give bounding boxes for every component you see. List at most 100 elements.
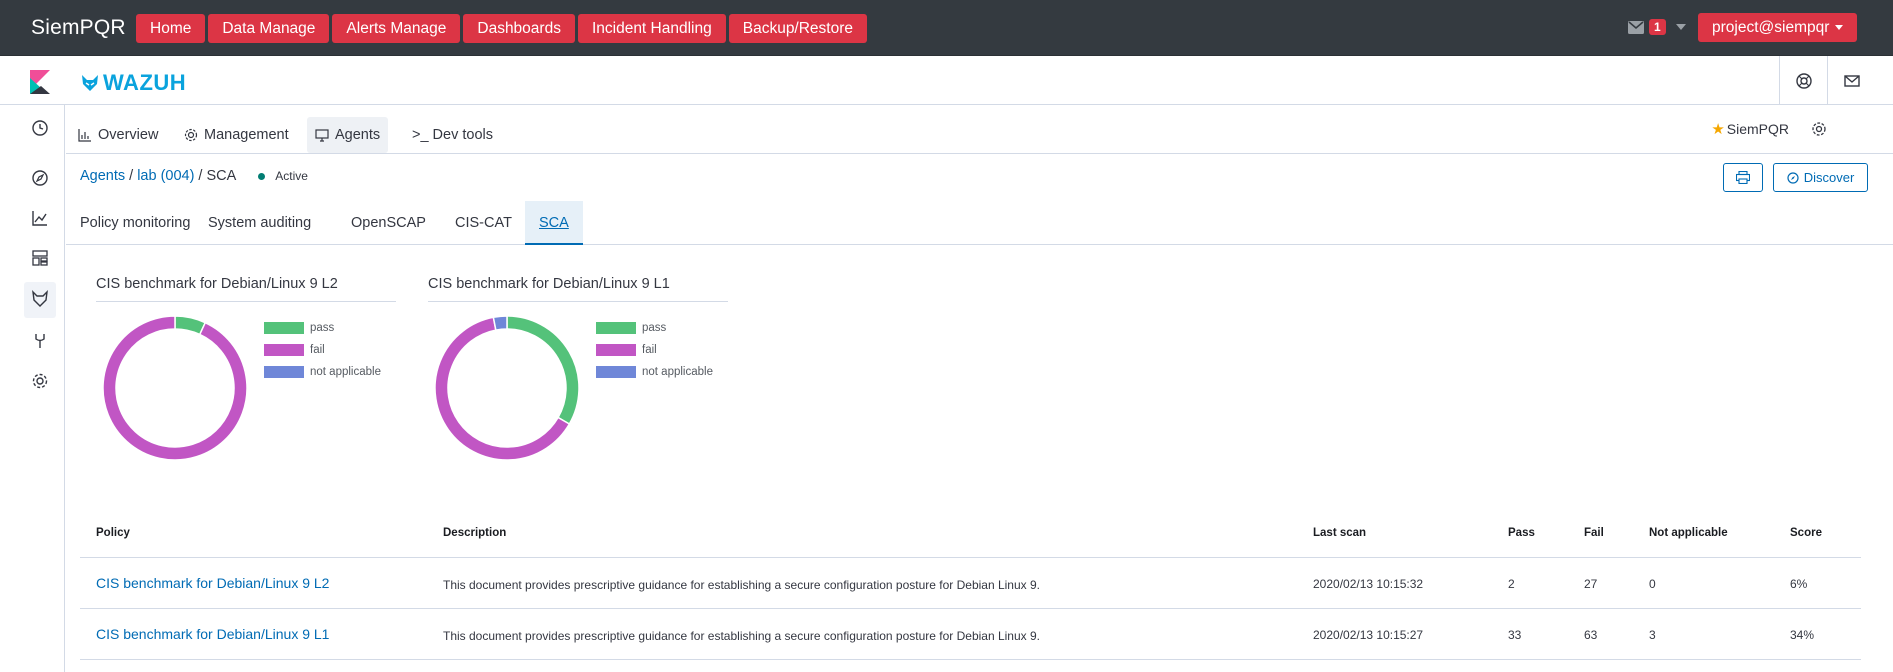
chart-title: CIS benchmark for Debian/Linux 9 L1	[428, 276, 670, 292]
legend-swatch	[264, 344, 304, 356]
breadcrumb-agents-link[interactable]: Agents	[80, 168, 125, 184]
user-name: project@siempqr	[1712, 19, 1830, 36]
messages-dropdown[interactable]: 1	[1628, 19, 1686, 35]
column-header-pass[interactable]: Pass	[1508, 527, 1535, 539]
menu-overview[interactable]: Overview	[70, 117, 166, 153]
visualize-icon[interactable]	[31, 209, 49, 227]
last-scan: 2020/02/13 10:15:27	[1313, 628, 1424, 642]
donut-chart	[102, 315, 248, 461]
header-divider	[1827, 56, 1828, 105]
print-button[interactable]	[1723, 163, 1763, 192]
breadcrumb-separator: /	[198, 168, 203, 184]
column-header-last-scan[interactable]: Last scan	[1313, 527, 1366, 539]
wazuh-logo[interactable]: WAZUH	[80, 70, 186, 96]
dev-tools-icon[interactable]	[31, 332, 49, 350]
legend-swatch	[596, 344, 636, 356]
donut-slice-pass[interactable]	[506, 315, 580, 426]
nav-incident-handling-button[interactable]: Incident Handling	[577, 14, 726, 43]
clock-icon[interactable]	[31, 119, 49, 137]
star-icon: ★	[1711, 121, 1725, 138]
status-dot	[258, 172, 266, 180]
nav-alerts-manage-button[interactable]: Alerts Manage	[332, 14, 461, 43]
policy-link[interactable]: CIS benchmark for Debian/Linux 9 L2	[96, 575, 329, 591]
discover-button[interactable]: Discover	[1773, 163, 1868, 192]
table-header-rule	[80, 557, 1861, 558]
legend-swatch	[596, 322, 636, 334]
compass-icon	[1787, 171, 1799, 184]
wazuh-menu: Overview Management Agents >_ Dev tools	[66, 106, 1893, 154]
module-tabs: Policy monitoring System auditing OpenSC…	[66, 201, 1893, 245]
wazuh-wolf-icon	[82, 75, 98, 91]
table-row-rule	[80, 659, 1861, 660]
nav-backup-restore-button[interactable]: Backup/Restore	[728, 14, 868, 43]
legend-label: not applicable	[310, 366, 381, 378]
menu-management-label: Management	[204, 127, 289, 143]
last-scan: 2020/02/13 10:15:32	[1313, 577, 1424, 591]
chart-title-rule	[428, 301, 728, 302]
breadcrumb-separator: /	[129, 168, 134, 184]
settings-gear-icon[interactable]	[1811, 121, 1827, 137]
pass-count: 2	[1508, 577, 1515, 591]
api-instance-selector[interactable]: ★ SiemPQR	[1711, 120, 1789, 138]
tab-openscap[interactable]: OpenSCAP	[337, 201, 440, 245]
menu-agents[interactable]: Agents	[307, 117, 389, 153]
gear-icon[interactable]	[31, 372, 49, 390]
breadcrumb-agent-link[interactable]: lab (004)	[137, 168, 194, 184]
help-icon[interactable]	[1795, 72, 1813, 90]
kibana-logo-icon[interactable]	[30, 70, 50, 94]
legend-label: pass	[642, 322, 667, 334]
policy-link[interactable]: CIS benchmark for Debian/Linux 9 L1	[96, 626, 329, 642]
tab-system-auditing[interactable]: System auditing	[194, 201, 325, 245]
chevron-down-icon	[1835, 25, 1844, 30]
api-instance-name: SiemPQR	[1726, 121, 1789, 137]
breadcrumb: Agents / lab (004) / SCA Active	[80, 168, 308, 184]
message-count-badge: 1	[1649, 19, 1666, 35]
legend-swatch	[596, 366, 636, 378]
envelope-icon	[1628, 20, 1644, 34]
menu-dev-tools[interactable]: >_ Dev tools	[404, 117, 501, 153]
kibana-header	[0, 56, 1893, 105]
score: 6%	[1790, 577, 1808, 591]
header-divider	[1779, 56, 1780, 105]
legend-item-fail[interactable]: fail	[264, 339, 381, 361]
column-header-score[interactable]: Score	[1790, 527, 1822, 539]
legend-item-not-applicable[interactable]: not applicable	[596, 361, 713, 383]
mail-icon[interactable]	[1843, 72, 1861, 90]
menu-management[interactable]: Management	[176, 117, 297, 153]
menu-agents-label: Agents	[335, 127, 381, 143]
fail-count: 63	[1584, 628, 1598, 642]
column-header-description[interactable]: Description	[443, 527, 506, 539]
chart-title-rule	[96, 301, 396, 302]
dashboard-icon[interactable]	[31, 249, 49, 267]
donut-slice-fail[interactable]	[102, 315, 248, 461]
menu-dev-tools-label: >_ Dev tools	[412, 127, 494, 143]
column-header-not-applicable[interactable]: Not applicable	[1649, 527, 1728, 539]
legend-item-not-applicable[interactable]: not applicable	[264, 361, 381, 383]
wazuh-wordmark: WAZUH	[103, 70, 187, 95]
not-applicable-count: 3	[1649, 628, 1656, 642]
legend-item-fail[interactable]: fail	[596, 339, 713, 361]
legend-label: not applicable	[642, 366, 713, 378]
column-header-policy[interactable]: Policy	[96, 527, 130, 539]
nav-home-button[interactable]: Home	[136, 14, 206, 43]
chart-title: CIS benchmark for Debian/Linux 9 L2	[96, 276, 338, 292]
chart-legend: pass fail not applicable	[596, 317, 713, 383]
user-menu-button[interactable]: project@siempqr	[1698, 13, 1858, 42]
legend-item-pass[interactable]: pass	[596, 317, 713, 339]
table-row-rule	[80, 608, 1861, 609]
top-nav: Home Data Manage Alerts Manage Dashboard…	[136, 14, 868, 43]
tab-policy-monitoring[interactable]: Policy monitoring	[66, 201, 204, 245]
brand-title[interactable]: SiemPQR	[31, 16, 126, 40]
donut-slice-not-applicable[interactable]	[492, 315, 508, 331]
nav-dashboards-button[interactable]: Dashboards	[463, 14, 575, 43]
score: 34%	[1790, 628, 1815, 642]
tab-cis-cat[interactable]: CIS-CAT	[441, 201, 526, 245]
tab-sca[interactable]: SCA	[525, 201, 583, 245]
top-app-bar: SiemPQR Home Data Manage Alerts Manage D…	[0, 0, 1893, 56]
nav-data-manage-button[interactable]: Data Manage	[208, 14, 330, 43]
compass-icon[interactable]	[31, 169, 49, 187]
wazuh-app-icon[interactable]	[31, 290, 49, 308]
column-header-fail[interactable]: Fail	[1584, 527, 1604, 539]
legend-item-pass[interactable]: pass	[264, 317, 381, 339]
donut-chart	[434, 315, 580, 461]
